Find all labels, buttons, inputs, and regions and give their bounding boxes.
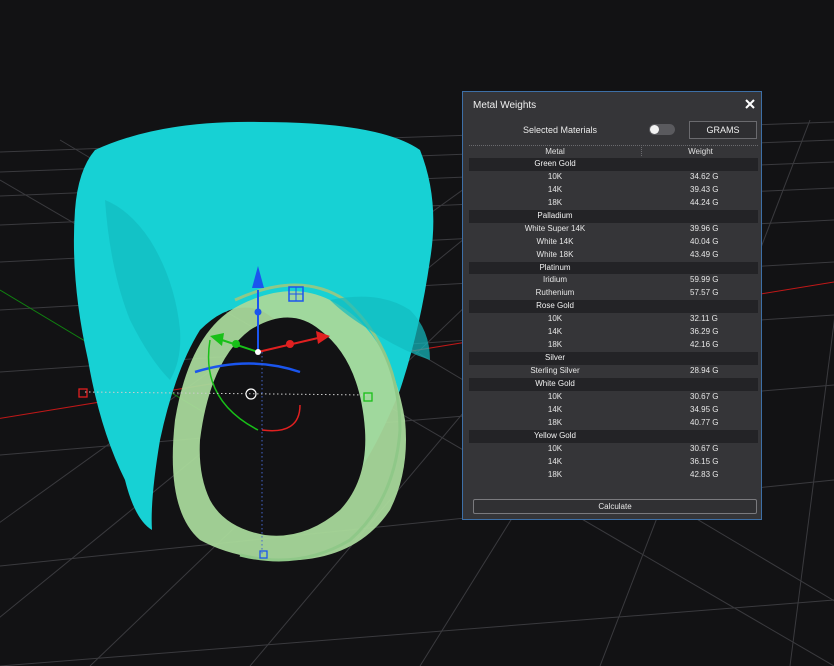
metal-name: Sterling Silver [530, 366, 580, 375]
group-row: Platinum [469, 261, 758, 275]
table-row: 18K 42.16 G [469, 339, 758, 352]
table-row: White 14K 40.04 G [469, 236, 758, 249]
table-row: 10K 34.62 G [469, 171, 758, 184]
table-row: 14K 36.29 G [469, 326, 758, 339]
table-row: 18K 44.24 G [469, 197, 758, 210]
group-row: Rose Gold [469, 300, 758, 314]
metal-name: 18K [547, 197, 563, 207]
weight-value: 30.67 G [690, 391, 719, 401]
unit-button[interactable]: GRAMS [689, 121, 757, 139]
group-name: Platinum [539, 262, 571, 272]
table-row: 10K 30.67 G [469, 443, 758, 456]
weight-value: 43.49 G [690, 249, 719, 259]
table-header: Metal Weight [469, 145, 758, 158]
panel-header: Metal Weights [463, 92, 761, 118]
group-row: Palladium [469, 209, 758, 223]
weight-value: 36.29 G [690, 327, 719, 337]
metal-name: 10K [547, 391, 563, 401]
metal-name: 14K [547, 404, 563, 414]
metal-name: 18K [547, 469, 563, 479]
metal-name: 18K [547, 417, 563, 427]
x-bound-handle-icon[interactable] [78, 388, 88, 398]
table-row: 18K 40.77 G [469, 417, 758, 430]
weight-value: 28.94 G [690, 366, 719, 375]
weight-value: 30.67 G [690, 443, 719, 453]
group-name: Yellow Gold [534, 430, 576, 440]
weight-value: 59.99 G [690, 275, 719, 285]
table-body: Green Gold 10K 34.62 G 14K 39.43 G 18K 44.24 G… [469, 158, 758, 481]
weight-value: 39.43 G [690, 184, 719, 194]
group-row: Silver [469, 352, 758, 365]
metal-weights-panel: Metal Weights Selected Materials GRAMS M… [462, 91, 762, 520]
table-row: White Super 14K 39.96 G [469, 223, 758, 236]
metal-name: 10K [547, 171, 563, 181]
group-name: Palladium [537, 210, 573, 220]
metal-name: 10K [547, 443, 563, 453]
calculate-button[interactable]: Calculate [473, 499, 757, 514]
table-row: 10K 32.11 G [469, 313, 758, 326]
metal-name: White Super 14K [524, 223, 586, 233]
column-header-weight: Weight [641, 147, 759, 156]
weights-table: Metal Weight Green Gold 10K 34.62 G 14K 39.4… [469, 145, 758, 481]
group-name: White Gold [535, 378, 575, 388]
metal-name: 14K [547, 456, 563, 466]
weight-value: 36.15 G [690, 456, 719, 466]
weight-value: 44.24 G [690, 197, 719, 207]
table-row: Ruthenium 57.57 G [469, 287, 758, 300]
table-row: 10K 30.67 G [469, 391, 758, 404]
metal-name: White 18K [536, 249, 574, 259]
group-name: Rose Gold [536, 301, 574, 311]
weight-value: 57.57 G [690, 288, 719, 298]
table-row: Sterling Silver 28.94 G [469, 365, 758, 378]
metal-name: Ruthenium [535, 288, 575, 298]
weight-value: 34.95 G [690, 404, 719, 414]
column-header-metal: Metal [545, 147, 565, 156]
table-row: 14K 36.15 G [469, 456, 758, 469]
metal-name: White 14K [536, 236, 574, 246]
metal-name: 18K [547, 340, 563, 350]
group-name: Silver [544, 353, 565, 363]
metal-name: 10K [547, 314, 563, 324]
weight-value: 40.04 G [690, 236, 719, 246]
close-icon[interactable] [743, 97, 757, 111]
selected-materials-label: Selected Materials [523, 125, 598, 135]
metal-name: 14K [547, 327, 563, 337]
toggle-knob [650, 125, 659, 134]
table-row: 18K 42.83 G [469, 469, 758, 482]
weight-value: 34.62 G [690, 171, 719, 181]
group-row: Green Gold [469, 158, 758, 171]
table-row: 14K 39.43 G [469, 184, 758, 197]
group-row: Yellow Gold [469, 429, 758, 443]
weight-value: 32.11 G [690, 314, 718, 324]
metal-name: Iridium [542, 275, 567, 285]
selected-materials-toggle[interactable] [649, 124, 675, 135]
table-row: 14K 34.95 G [469, 404, 758, 417]
metal-name: 14K [547, 184, 563, 194]
weight-value: 39.96 G [690, 223, 719, 233]
group-row: White Gold [469, 377, 758, 391]
weight-value: 42.16 G [690, 340, 719, 350]
group-name: Green Gold [534, 159, 576, 168]
table-row: White 18K 43.49 G [469, 249, 758, 262]
weight-value: 40.77 G [690, 417, 719, 427]
ring-model[interactable] [73, 121, 434, 562]
table-row: Iridium 59.99 G [469, 274, 758, 287]
weight-value: 42.83 G [690, 469, 719, 479]
panel-title: Metal Weights [473, 100, 537, 111]
